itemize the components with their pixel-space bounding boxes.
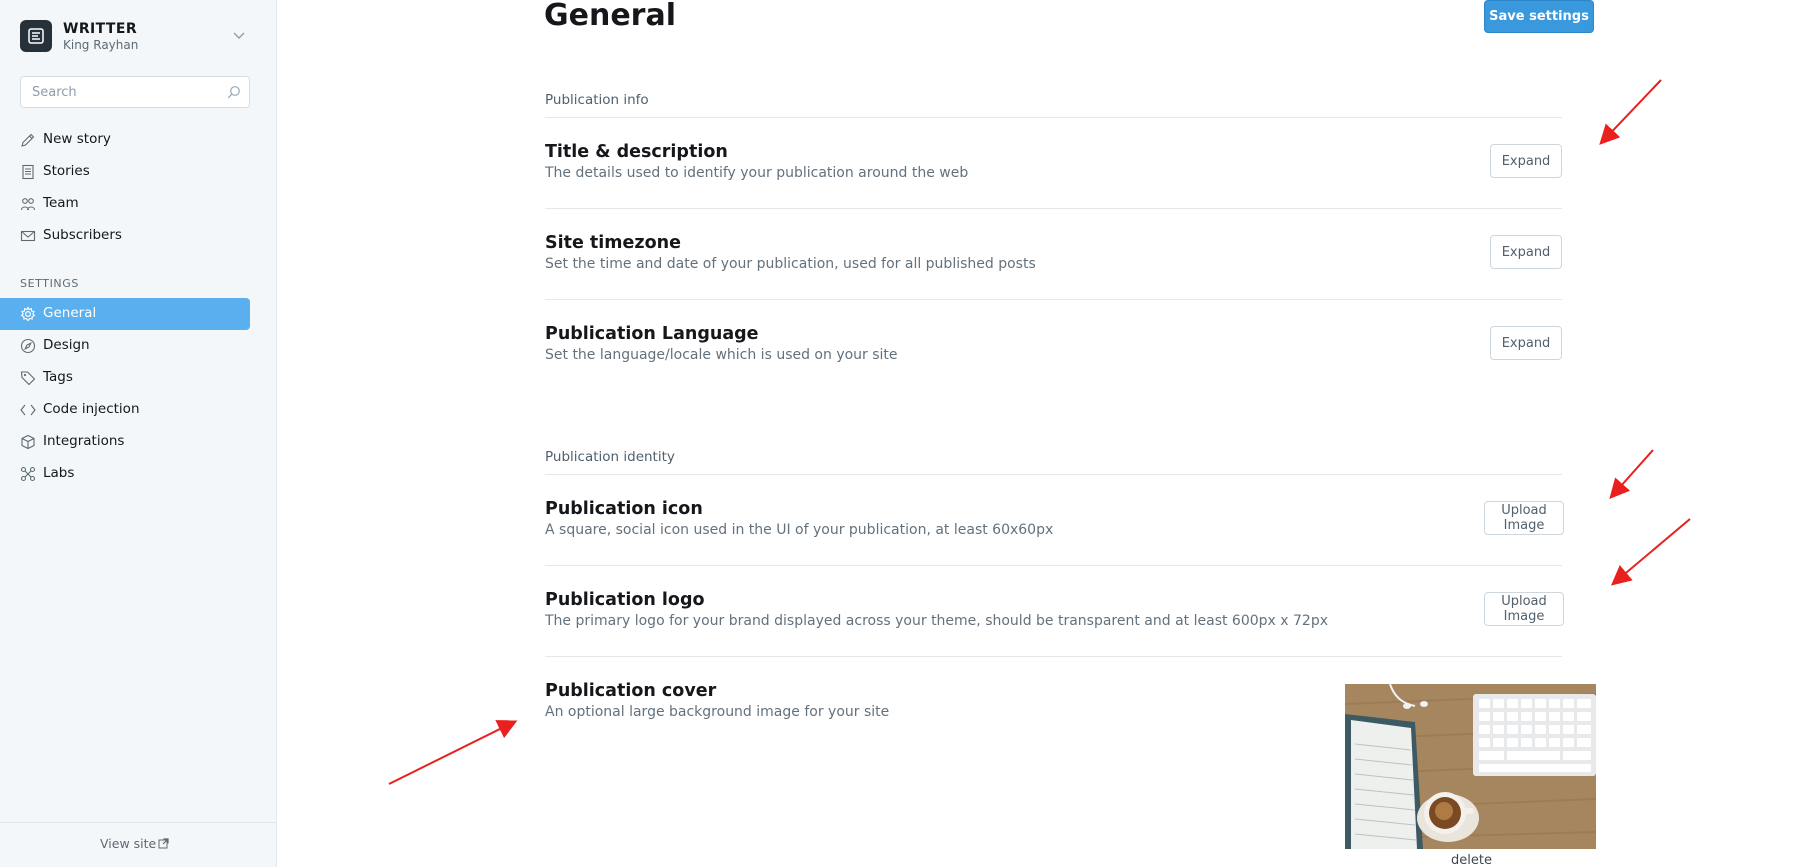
nav-item-team[interactable]: Team [0, 188, 250, 220]
publication-logo [20, 20, 52, 52]
setting-title: Site timezone [545, 233, 681, 253]
nav-item-integrations[interactable]: Integrations [0, 426, 250, 458]
nav-item-stories[interactable]: Stories [0, 156, 250, 188]
chevron-down-icon[interactable] [232, 28, 246, 42]
team-icon [20, 198, 36, 211]
nav-item-label: General [43, 305, 97, 321]
pencil-icon [21, 133, 35, 147]
setting-description: Set the language/locale which is used on… [545, 347, 898, 363]
setting-title: Publication icon [545, 499, 703, 519]
divider [545, 208, 1562, 209]
nav-item-label: Labs [43, 465, 75, 481]
view-site-link[interactable]: View site [100, 836, 156, 851]
settings-section-label: SETTINGS [20, 277, 79, 290]
cube-icon [21, 434, 35, 450]
divider [545, 117, 1562, 118]
external-link-icon[interactable] [158, 838, 169, 849]
nav-item-label: New story [43, 131, 111, 147]
publication-cover-image[interactable] [1345, 684, 1596, 849]
sidebar: WRITTER King Rayhan New story Stories [0, 0, 277, 867]
nav-item-subscribers[interactable]: Subscribers [0, 220, 250, 252]
search-box [20, 76, 250, 108]
annotation-arrow [1609, 449, 1654, 499]
upload-icon-button[interactable]: Upload Image [1484, 501, 1564, 535]
annotation-arrow [388, 720, 518, 785]
compass-icon [20, 338, 36, 354]
save-settings-button[interactable]: Save settings [1484, 0, 1594, 33]
nav-item-label: Subscribers [43, 227, 122, 243]
setting-title: Publication Language [545, 324, 759, 344]
group-label-publication-info: Publication info [545, 92, 649, 108]
setting-description: An optional large background image for y… [545, 704, 890, 720]
nav-item-tags[interactable]: Tags [0, 362, 250, 394]
nav-item-labs[interactable]: Labs [0, 458, 250, 490]
setting-title: Publication logo [545, 590, 705, 610]
group-label-publication-identity: Publication identity [545, 449, 675, 465]
expand-language-button[interactable]: Expand [1490, 326, 1562, 360]
upload-logo-button[interactable]: Upload Image [1484, 592, 1564, 626]
divider [545, 474, 1562, 475]
publication-switcher[interactable]: WRITTER King Rayhan [20, 20, 250, 54]
setting-title: Title & description [545, 142, 728, 162]
nav-item-label: Design [43, 337, 90, 353]
setting-description: Set the time and date of your publicatio… [545, 256, 1036, 272]
nav-item-new-story[interactable]: New story [0, 124, 250, 156]
cover-photo [1345, 684, 1596, 849]
expand-timezone-button[interactable]: Expand [1490, 235, 1562, 269]
annotation-arrow [1610, 518, 1691, 586]
tag-icon [20, 371, 36, 386]
nav-item-design[interactable]: Design [0, 330, 250, 362]
search-input[interactable] [30, 84, 224, 101]
nav-item-label: Integrations [43, 433, 125, 449]
nav-item-general[interactable]: General [0, 298, 250, 330]
delete-cover-link[interactable]: delete [1451, 853, 1492, 868]
nav-item-code-injection[interactable]: Code injection [0, 394, 250, 426]
annotation-arrow [1599, 79, 1662, 145]
divider [545, 656, 1562, 657]
expand-title-description-button[interactable]: Expand [1490, 144, 1562, 178]
nav-item-label: Code injection [43, 401, 140, 417]
document-icon [22, 164, 34, 180]
user-name: King Rayhan [63, 38, 139, 52]
divider [545, 565, 1562, 566]
nav-item-label: Tags [43, 369, 73, 385]
setting-title: Publication cover [545, 681, 717, 701]
labs-icon [20, 466, 36, 482]
nav-item-label: Stories [43, 163, 90, 179]
setting-description: The details used to identify your public… [545, 165, 969, 181]
setting-description: A square, social icon used in the UI of … [545, 522, 1054, 538]
code-icon [20, 404, 36, 416]
setting-description: The primary logo for your brand displaye… [545, 613, 1328, 629]
sidebar-footer: View site [0, 822, 276, 867]
nav-item-label: Team [43, 195, 79, 211]
publication-name: WRITTER [63, 21, 137, 37]
logo-glyph-icon [28, 28, 44, 44]
search-icon[interactable] [227, 85, 241, 99]
page-title: General [544, 0, 676, 33]
gear-icon [20, 306, 36, 322]
envelope-icon [20, 230, 36, 242]
divider [545, 299, 1562, 300]
